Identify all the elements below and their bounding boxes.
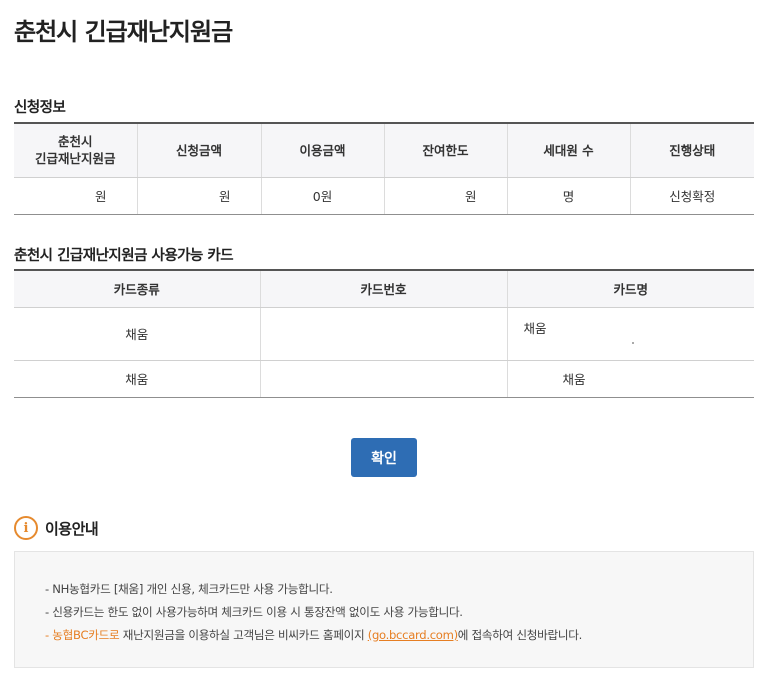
application-info-table: 춘천시 긴급재난지원금 신청금액 이용금액 잔여한도 세대원 수 진행상태 원 … xyxy=(14,122,754,215)
table-row: 채움 채움 xyxy=(14,360,754,398)
application-info-title: 신청정보 xyxy=(14,100,66,116)
cell-card-number xyxy=(260,360,508,398)
header-card-type: 카드종류 xyxy=(14,270,261,308)
guide-line-3: - 농협BC카드로 재난지원금을 이용하실 고객님은 비씨카드 홈페이지 (go… xyxy=(45,624,753,647)
info-icon: i xyxy=(14,516,38,540)
header-used-amount: 이용금액 xyxy=(261,123,385,178)
guide-line-1: - NH농협카드 [채움] 개인 신용, 체크카드만 사용 가능합니다. xyxy=(45,582,333,596)
cell-household-count: 명 xyxy=(507,177,631,215)
cell-card-type: 채움 xyxy=(14,360,261,398)
header-remaining-limit: 잔여한도 xyxy=(384,123,508,178)
header-card-name: 카드명 xyxy=(507,270,754,308)
cell-applied-amount: 원 xyxy=(137,177,262,215)
table-row: 채움 채움 xyxy=(14,307,754,361)
header-applied-amount: 신청금액 xyxy=(137,123,262,178)
application-info-header-row: 춘천시 긴급재난지원금 신청금액 이용금액 잔여한도 세대원 수 진행상태 xyxy=(14,123,754,178)
guide-title: 이용안내 xyxy=(45,519,99,538)
guide-header: i 이용안내 xyxy=(14,516,99,540)
guide-line-3-suffix: 에 접속하여 신청바랍니다. xyxy=(457,628,582,642)
cell-used-amount: 0원 xyxy=(261,177,385,215)
cards-section-title: 춘천시 긴급재난지원금 사용가능 카드 xyxy=(14,248,234,264)
header-status: 진행상태 xyxy=(630,123,754,178)
cell-card-number xyxy=(260,307,508,361)
header-household-count: 세대원 수 xyxy=(507,123,631,178)
guide-line-2: - 신용카드는 한도 없이 사용가능하며 체크카드 이용 시 통장잔액 없이도 … xyxy=(45,605,463,619)
guide-box: - NH농협카드 [채움] 개인 신용, 체크카드만 사용 가능합니다. - 신… xyxy=(14,551,754,668)
cell-disaster-fund: 원 xyxy=(14,177,138,215)
divider-dot xyxy=(631,341,634,344)
cards-table: 카드종류 카드번호 카드명 채움 채움 채움 채움 xyxy=(14,269,754,398)
bccard-link[interactable]: (go.bccard.com) xyxy=(368,628,458,642)
cell-remaining-limit: 원 xyxy=(384,177,508,215)
cell-card-type: 채움 xyxy=(14,307,261,361)
header-disaster-fund-line2: 긴급재난지원금 xyxy=(34,151,116,167)
header-card-number: 카드번호 xyxy=(260,270,508,308)
header-disaster-fund: 춘천시 긴급재난지원금 xyxy=(14,123,138,178)
header-disaster-fund-line1: 춘천시 xyxy=(57,134,93,150)
cell-card-name: 채움 xyxy=(507,307,754,361)
card-name-text: 채움 xyxy=(523,320,547,336)
cards-header-row: 카드종류 카드번호 카드명 xyxy=(14,270,754,308)
page-title: 춘천시 긴급재난지원금 xyxy=(14,18,233,46)
bc-card-highlight: 농협BC카드로 xyxy=(52,628,120,642)
cell-card-name: 채움 xyxy=(507,360,754,398)
application-info-row: 원 원 0원 원 명 신청확정 xyxy=(14,177,754,215)
confirm-button[interactable]: 확인 xyxy=(351,438,417,477)
guide-line-3-middle: 재난지원금을 이용하실 고객님은 비씨카드 홈페이지 xyxy=(119,628,368,642)
cell-status: 신청확정 xyxy=(630,177,754,215)
